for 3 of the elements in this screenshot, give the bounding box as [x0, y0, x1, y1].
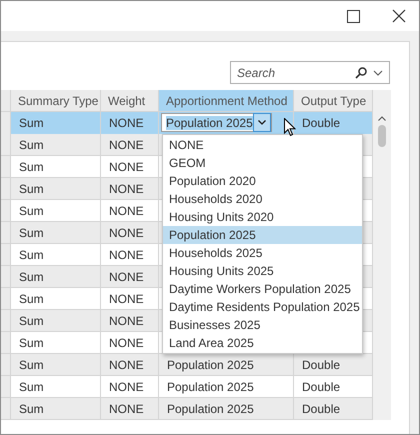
table-cell: Sum	[11, 398, 101, 420]
table-cell: Population 2025	[159, 398, 294, 420]
table-cell: NONE	[101, 398, 159, 420]
